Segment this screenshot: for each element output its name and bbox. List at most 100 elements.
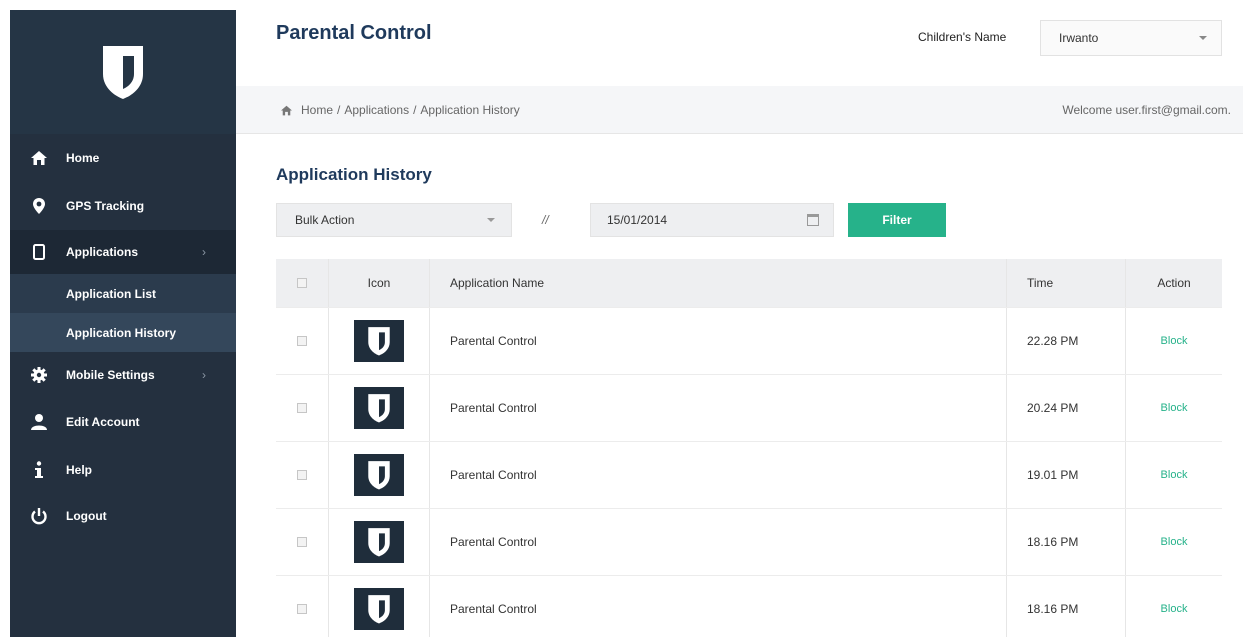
welcome-text: Welcome user.first@gmail.com.	[1062, 103, 1231, 117]
sidebar-item-label: Edit Account	[66, 415, 140, 429]
table-row: Parental Control 18.16 PM Block	[276, 575, 1222, 637]
row-checkbox[interactable]	[297, 537, 307, 547]
user-icon	[30, 413, 48, 431]
app-shield-icon	[354, 454, 404, 496]
table-row: Parental Control 20.24 PM Block	[276, 374, 1222, 441]
app-shield-icon	[354, 588, 404, 630]
sidebar-item-mobile-settings[interactable]: Mobile Settings ›	[10, 352, 236, 398]
row-check-cell	[276, 442, 328, 508]
row-checkbox[interactable]	[297, 336, 307, 346]
mobile-icon	[30, 243, 48, 261]
filter-button[interactable]: Filter	[848, 203, 946, 237]
row-check-cell	[276, 509, 328, 575]
sidebar-item-label: Logout	[66, 509, 107, 523]
sidebar-item-gps-tracking[interactable]: GPS Tracking	[10, 182, 236, 230]
chevron-right-icon: ›	[202, 368, 206, 382]
children-name-label: Children's Name	[918, 30, 1007, 44]
table-row: Parental Control 19.01 PM Block	[276, 441, 1222, 508]
bulk-action-select[interactable]: Bulk Action	[276, 203, 512, 237]
sidebar-item-label: Applications	[66, 245, 139, 259]
sidebar-item-home[interactable]: Home	[10, 134, 236, 182]
logo-area	[10, 10, 236, 134]
sidebar-item-edit-account[interactable]: Edit Account	[10, 398, 236, 446]
chevron-right-icon: ›	[202, 245, 206, 259]
action-cell: Block	[1126, 442, 1222, 508]
sidebar-subitem-application-history[interactable]: Application History	[10, 313, 236, 352]
section-title: Application History	[276, 165, 432, 184]
breadcrumb: Home / Applications / Application Histor…	[280, 103, 520, 117]
row-icon-cell	[328, 442, 430, 508]
sidebar-item-help[interactable]: Help	[10, 446, 236, 494]
action-cell: Block	[1126, 576, 1222, 637]
app-time: 20.24 PM	[1006, 375, 1126, 441]
breadcrumb-application-history: Application History	[420, 103, 520, 117]
sidebar-subitem-label: Application History	[66, 325, 177, 340]
select-all-checkbox[interactable]	[297, 278, 307, 288]
row-checkbox[interactable]	[297, 470, 307, 480]
calendar-icon[interactable]	[807, 214, 819, 226]
app-name: Parental Control	[450, 334, 537, 348]
column-header-name: Application Name	[450, 276, 545, 290]
date-separator: //	[542, 213, 549, 227]
select-all-cell	[276, 259, 328, 307]
app-name: Parental Control	[450, 401, 537, 415]
application-history-table: Icon Application Name Time Action Parent…	[276, 259, 1222, 637]
row-icon-cell	[328, 375, 430, 441]
row-icon-cell	[328, 576, 430, 637]
date-value: 15/01/2014	[607, 213, 668, 227]
block-link[interactable]: Block	[1161, 469, 1188, 481]
sidebar-item-label: Help	[66, 463, 93, 477]
sidebar-item-logout[interactable]: Logout	[10, 494, 236, 538]
row-check-cell	[276, 308, 328, 374]
action-cell: Block	[1126, 509, 1222, 575]
row-icon-cell	[328, 509, 430, 575]
row-checkbox[interactable]	[297, 403, 307, 413]
breadcrumb-separator: /	[413, 103, 417, 117]
power-icon	[30, 507, 48, 525]
sidebar-item-label: Home	[66, 151, 100, 165]
app-shield-icon	[354, 521, 404, 563]
row-check-cell	[276, 576, 328, 637]
sidebar-subitem-label: Application List	[66, 286, 156, 301]
app-name: Parental Control	[450, 535, 537, 549]
home-icon	[30, 149, 48, 167]
block-link[interactable]: Block	[1161, 536, 1188, 548]
children-name-select[interactable]: Irwanto	[1040, 20, 1222, 56]
date-input[interactable]: 15/01/2014	[590, 203, 834, 237]
sidebar-item-label: GPS Tracking	[66, 199, 145, 213]
shield-logo-icon	[103, 46, 143, 99]
column-header-icon: Icon	[328, 259, 430, 307]
app-shield-icon	[354, 320, 404, 362]
app-time: 18.16 PM	[1006, 576, 1126, 637]
column-header-action: Action	[1157, 276, 1191, 290]
info-icon	[30, 461, 48, 479]
app-time: 22.28 PM	[1006, 308, 1126, 374]
table-row: Parental Control 18.16 PM Block	[276, 508, 1222, 575]
sidebar-item-applications[interactable]: Applications ›	[10, 230, 236, 274]
breadcrumb-bar: Home / Applications / Application Histor…	[236, 86, 1243, 134]
breadcrumb-separator: /	[337, 103, 341, 117]
row-icon-cell	[328, 308, 430, 374]
table-row: Parental Control 22.28 PM Block	[276, 307, 1222, 374]
block-link[interactable]: Block	[1161, 603, 1188, 615]
app-shield-icon	[354, 387, 404, 429]
app-time: 18.16 PM	[1006, 509, 1126, 575]
app-name: Parental Control	[450, 468, 537, 482]
sidebar-item-label: Mobile Settings	[66, 368, 155, 382]
sidebar-subitem-application-list[interactable]: Application List	[10, 274, 236, 313]
breadcrumb-applications[interactable]: Applications	[344, 103, 409, 117]
column-header-time: Time	[1006, 259, 1126, 307]
gear-icon	[30, 366, 48, 384]
block-link[interactable]: Block	[1161, 335, 1188, 347]
breadcrumb-home[interactable]: Home	[301, 103, 333, 117]
block-link[interactable]: Block	[1161, 402, 1188, 414]
action-cell: Block	[1126, 375, 1222, 441]
app-name: Parental Control	[450, 602, 537, 616]
page-title: Parental Control	[276, 22, 432, 44]
chevron-down-icon	[1199, 36, 1207, 40]
app-time: 19.01 PM	[1006, 442, 1126, 508]
row-checkbox[interactable]	[297, 604, 307, 614]
home-icon	[280, 105, 293, 116]
table-header: Icon Application Name Time Action	[276, 259, 1222, 307]
row-check-cell	[276, 375, 328, 441]
